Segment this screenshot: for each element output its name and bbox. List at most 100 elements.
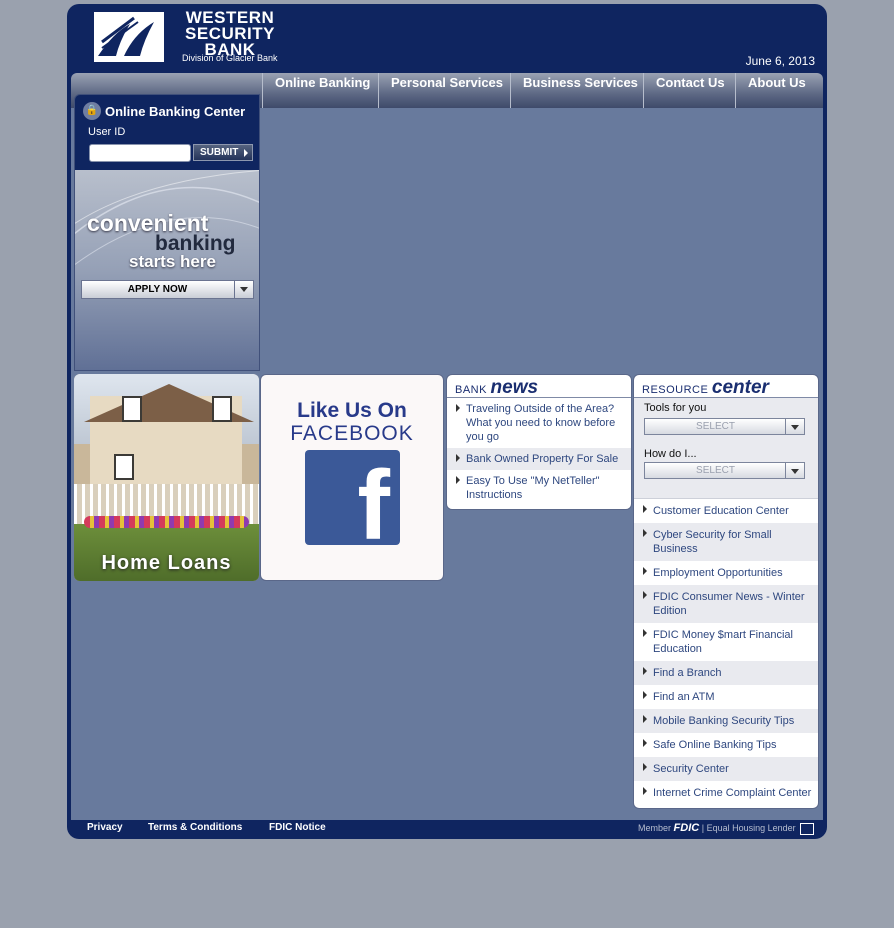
bullet-arrow-icon bbox=[643, 715, 647, 723]
news-item[interactable]: Traveling Outside of the Area? What you … bbox=[447, 398, 631, 448]
resource-item-label: Safe Online Banking Tips bbox=[653, 739, 777, 751]
arrow-right-icon bbox=[244, 149, 248, 157]
resource-title-prefix: RESOURCE bbox=[642, 384, 709, 396]
bullet-arrow-icon bbox=[643, 529, 647, 537]
bullet-arrow-icon bbox=[456, 476, 460, 484]
howdo-label: How do I... bbox=[644, 448, 697, 460]
bullet-arrow-icon bbox=[643, 567, 647, 575]
bank-news-header: BANK news bbox=[447, 375, 631, 398]
resource-center-header: RESOURCE center bbox=[634, 375, 818, 398]
resource-item[interactable]: Find an ATM bbox=[634, 685, 818, 709]
home-loans-banner[interactable]: Home Loans bbox=[74, 374, 259, 581]
bullet-arrow-icon bbox=[456, 454, 460, 462]
apply-dropdown-toggle[interactable] bbox=[234, 281, 253, 298]
facebook-icon[interactable]: f bbox=[305, 450, 400, 545]
news-item-label: Bank Owned Property For Sale bbox=[466, 453, 619, 465]
news-item-label: Easy To Use "My NetTeller" Instructions bbox=[466, 475, 600, 501]
lock-icon: 🔒 bbox=[83, 102, 101, 120]
user-id-input[interactable] bbox=[89, 144, 191, 162]
resource-item-label: Cyber Security for Small Business bbox=[653, 529, 772, 555]
user-id-label: User ID bbox=[88, 126, 126, 138]
bullet-arrow-icon bbox=[643, 787, 647, 795]
equal-housing-icon bbox=[800, 822, 815, 835]
resource-item[interactable]: FDIC Consumer News - Winter Edition bbox=[634, 585, 818, 623]
bank-news-box: BANK news Traveling Outside of the Area?… bbox=[446, 374, 632, 510]
resource-list: Customer Education Center Cyber Security … bbox=[634, 499, 818, 805]
resource-item[interactable]: Customer Education Center bbox=[634, 499, 818, 523]
bank-news-title-main: news bbox=[490, 377, 539, 398]
resource-item-label: Customer Education Center bbox=[653, 505, 789, 517]
bullet-arrow-icon bbox=[643, 629, 647, 637]
facebook-banner[interactable]: Like Us On FACEBOOK f bbox=[260, 374, 444, 581]
tools-select-value: SELECT bbox=[696, 421, 735, 432]
chevron-down-icon bbox=[791, 469, 799, 474]
footer-membership: Member FDIC | Equal Housing Lender bbox=[638, 822, 815, 835]
resource-item[interactable]: Mobile Banking Security Tips bbox=[634, 709, 818, 733]
resource-item[interactable]: Find a Branch bbox=[634, 661, 818, 685]
resource-item-label: FDIC Consumer News - Winter Edition bbox=[653, 591, 805, 617]
resource-item-label: Find an ATM bbox=[653, 691, 715, 703]
news-item[interactable]: Bank Owned Property For Sale bbox=[447, 448, 631, 470]
apply-now-button[interactable]: APPLY NOW bbox=[81, 280, 254, 299]
howdo-select[interactable]: SELECT bbox=[644, 462, 805, 479]
online-banking-center: 🔒 Online Banking Center User ID SUBMIT c… bbox=[74, 94, 260, 371]
bullet-arrow-icon bbox=[456, 404, 460, 412]
resource-item[interactable]: Safe Online Banking Tips bbox=[634, 733, 818, 757]
window bbox=[122, 396, 142, 422]
fdic-logo: FDIC bbox=[673, 822, 700, 834]
division-label: Division of Glacier Bank bbox=[182, 53, 278, 63]
bank-news-title-prefix: BANK bbox=[455, 384, 487, 396]
resource-item[interactable]: Employment Opportunities bbox=[634, 561, 818, 585]
tools-label: Tools for you bbox=[644, 402, 707, 414]
resource-item-label: Employment Opportunities bbox=[653, 567, 783, 579]
howdo-select-value: SELECT bbox=[696, 465, 735, 476]
equal-housing-label: Equal Housing Lender bbox=[706, 823, 796, 833]
resource-title-main: center bbox=[711, 377, 769, 398]
footer-fdic-notice-link[interactable]: FDIC Notice bbox=[269, 822, 326, 833]
bank-logo[interactable]: WESTERN SECURITY BANK Division of Glacie… bbox=[94, 9, 288, 66]
nav-personal-services[interactable]: Personal Services bbox=[378, 73, 515, 108]
submit-label: SUBMIT bbox=[200, 147, 239, 158]
chevron-down-icon bbox=[791, 425, 799, 430]
window bbox=[114, 454, 134, 480]
chevron-down-icon bbox=[240, 287, 248, 292]
nav-about-us[interactable]: About Us bbox=[735, 73, 818, 108]
resource-item[interactable]: FDIC Money $mart Financial Education bbox=[634, 623, 818, 661]
tools-select[interactable]: SELECT bbox=[644, 418, 805, 435]
resource-item[interactable]: Security Center bbox=[634, 757, 818, 781]
current-date: June 6, 2013 bbox=[745, 54, 815, 68]
footer-separator: | bbox=[701, 823, 705, 833]
submit-button[interactable]: SUBMIT bbox=[193, 144, 253, 161]
facebook-line1: Like Us On bbox=[297, 399, 407, 422]
window bbox=[212, 396, 232, 422]
nav-contact-us[interactable]: Contact Us bbox=[643, 73, 737, 108]
bullet-arrow-icon bbox=[643, 691, 647, 699]
promo-banner: convenient banking starts here APPLY NOW bbox=[75, 170, 259, 370]
flowers bbox=[84, 516, 249, 528]
home-loans-label: Home Loans bbox=[101, 552, 232, 574]
tools-select-toggle[interactable] bbox=[785, 419, 804, 434]
bullet-arrow-icon bbox=[643, 763, 647, 771]
resource-item[interactable]: Cyber Security for Small Business bbox=[634, 523, 818, 561]
resource-center-box: RESOURCE center Tools for you SELECT How… bbox=[633, 374, 819, 809]
promo-line3: starts here bbox=[129, 252, 216, 271]
howdo-select-toggle[interactable] bbox=[785, 463, 804, 478]
footer-terms-link[interactable]: Terms & Conditions bbox=[148, 822, 242, 833]
bullet-arrow-icon bbox=[643, 505, 647, 513]
member-label: Member bbox=[638, 823, 672, 833]
tools-panel: Tools for you SELECT How do I... SELECT bbox=[634, 398, 818, 499]
resource-item[interactable]: Internet Crime Complaint Center bbox=[634, 781, 818, 805]
bullet-arrow-icon bbox=[643, 591, 647, 599]
resource-item-label: Security Center bbox=[653, 763, 729, 775]
resource-item-label: FDIC Money $mart Financial Education bbox=[653, 629, 793, 655]
news-item[interactable]: Easy To Use "My NetTeller" Instructions bbox=[447, 470, 631, 506]
apply-now-label: APPLY NOW bbox=[127, 284, 188, 295]
facebook-icon-letter: f bbox=[357, 450, 390, 545]
logo-mark-icon bbox=[94, 12, 164, 62]
nav-online-banking[interactable]: Online Banking bbox=[262, 73, 382, 108]
footer-privacy-link[interactable]: Privacy bbox=[87, 822, 123, 833]
bullet-arrow-icon bbox=[643, 667, 647, 675]
nav-business-services[interactable]: Business Services bbox=[510, 73, 650, 108]
bullet-arrow-icon bbox=[643, 739, 647, 747]
resource-item-label: Mobile Banking Security Tips bbox=[653, 715, 795, 727]
